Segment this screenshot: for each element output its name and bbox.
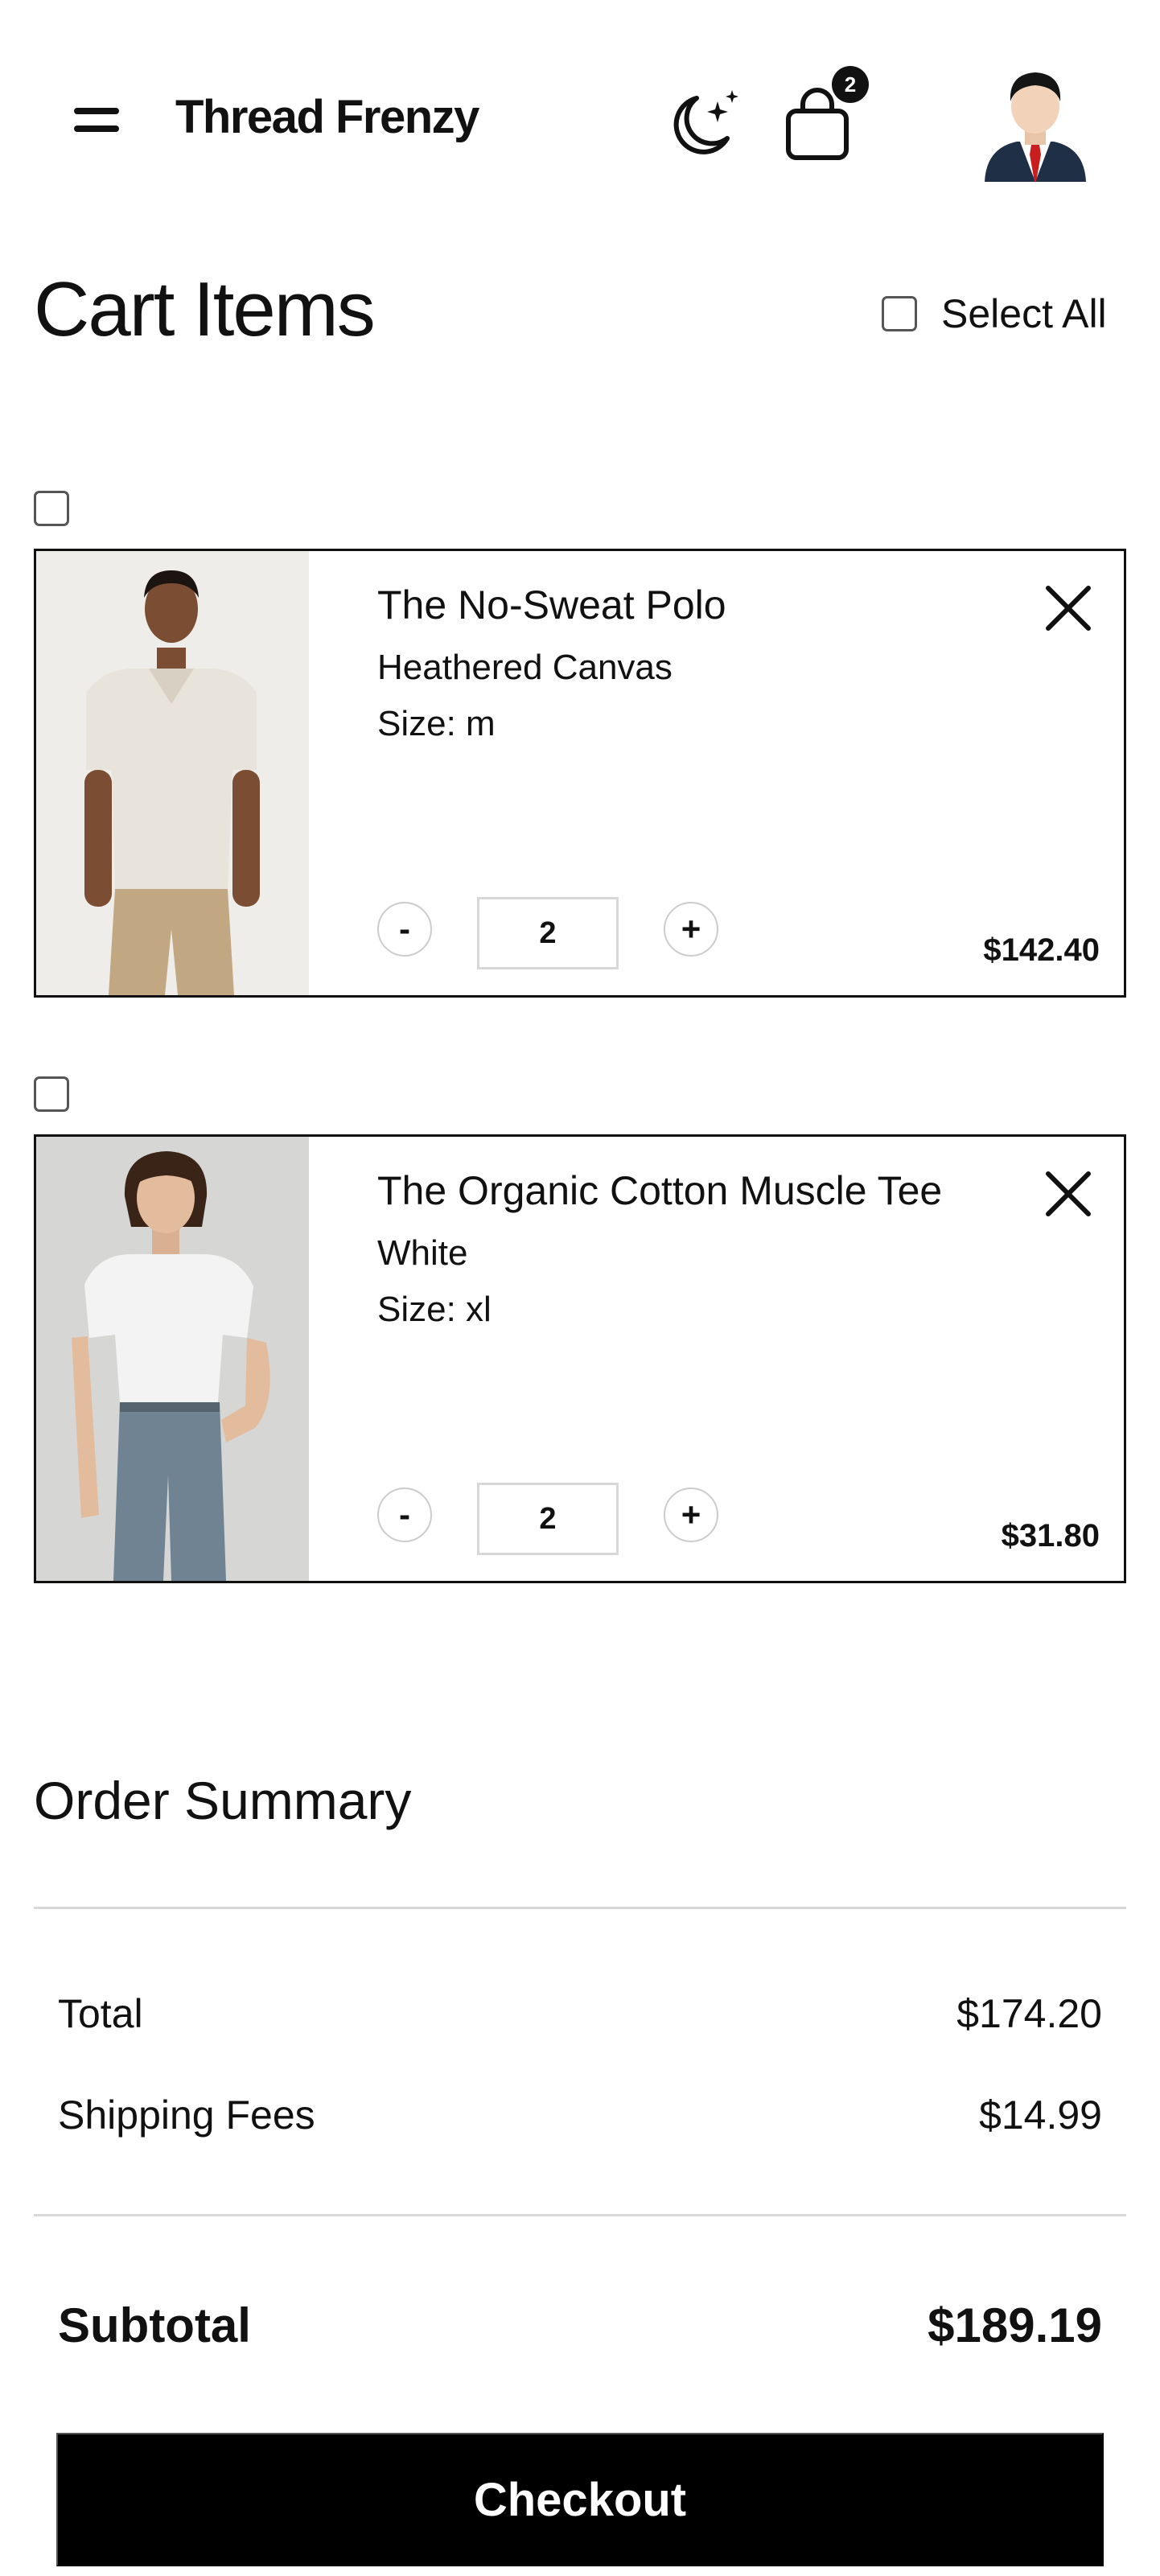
- quantity-field[interactable]: [477, 1483, 619, 1555]
- page-title: Cart Items: [34, 266, 376, 352]
- shipping-fees-label: Shipping Fees: [58, 2092, 315, 2138]
- close-icon[interactable]: [1043, 1169, 1093, 1219]
- item-price: $31.80: [1001, 1518, 1100, 1553]
- order-summary-title: Order Summary: [34, 1771, 412, 1830]
- moon-stars-icon[interactable]: [664, 88, 742, 161]
- item-select-checkbox[interactable]: [34, 491, 69, 526]
- item-select-checkbox[interactable]: [34, 1076, 69, 1112]
- hamburger-bar: [74, 126, 119, 132]
- total-value: $174.20: [956, 1991, 1102, 2036]
- quantity-decrease-button[interactable]: -: [377, 1488, 432, 1542]
- product-image[interactable]: [36, 551, 309, 995]
- select-all-label: Select All: [941, 291, 1107, 336]
- item-color: White: [377, 1233, 468, 1273]
- checkout-button[interactable]: Checkout: [56, 2433, 1104, 2566]
- cart-page: Thread Frenzy 2 Cart Items Select All Th…: [0, 0, 1160, 2576]
- cart-item-card: The No-Sweat Polo Heathered Canvas Size:…: [34, 549, 1126, 998]
- quantity-field[interactable]: [477, 897, 619, 969]
- summary-divider: [34, 1907, 1126, 1909]
- item-name[interactable]: The Organic Cotton Muscle Tee: [377, 1167, 942, 1214]
- quantity-increase-button[interactable]: +: [664, 902, 718, 957]
- item-size: Size: xl: [377, 1290, 492, 1329]
- product-image[interactable]: [36, 1137, 309, 1581]
- brand-logo[interactable]: Thread Frenzy: [175, 90, 479, 144]
- cart-item-card: The Organic Cotton Muscle Tee White Size…: [34, 1134, 1126, 1583]
- select-all-checkbox[interactable]: [882, 296, 917, 331]
- quantity-decrease-button[interactable]: -: [377, 902, 432, 957]
- item-color: Heathered Canvas: [377, 648, 673, 687]
- close-icon[interactable]: [1043, 583, 1093, 633]
- item-size: Size: m: [377, 704, 496, 743]
- cart-count-badge: 2: [832, 66, 869, 103]
- top-header: Thread Frenzy 2: [0, 0, 1160, 241]
- quantity-increase-button[interactable]: +: [664, 1488, 718, 1542]
- hamburger-bar: [74, 108, 119, 114]
- user-avatar[interactable]: [983, 64, 1088, 183]
- select-all-control[interactable]: Select All: [882, 290, 1107, 338]
- hamburger-menu-icon[interactable]: [74, 108, 121, 137]
- item-price: $142.40: [983, 932, 1100, 968]
- item-name[interactable]: The No-Sweat Polo: [377, 582, 726, 628]
- summary-divider: [34, 2214, 1126, 2216]
- shipping-fees-value: $14.99: [979, 2092, 1102, 2138]
- total-label: Total: [58, 1991, 143, 2036]
- subtotal-label: Subtotal: [58, 2298, 251, 2352]
- subtotal-value: $189.19: [928, 2298, 1102, 2352]
